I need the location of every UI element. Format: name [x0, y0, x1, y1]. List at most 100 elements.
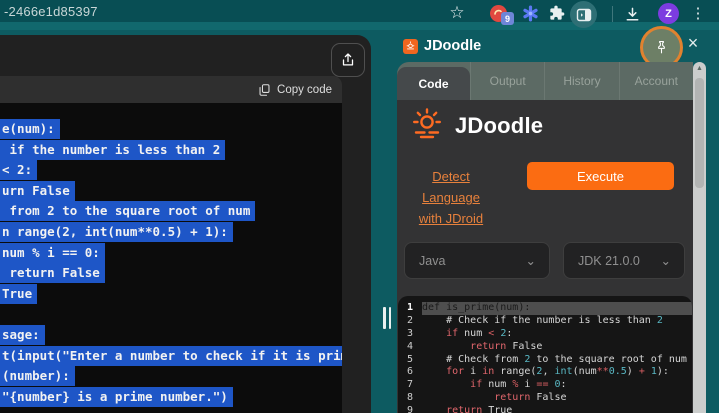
brand-title: JDoodle: [455, 113, 543, 139]
selected-code-text: e(num):: [0, 119, 60, 139]
selected-code-area[interactable]: e(num): if the number is less than 2< 2:…: [0, 103, 342, 413]
panel-resize-handle[interactable]: [383, 307, 392, 329]
panel-tabs: CodeOutputHistoryAccount: [397, 62, 693, 100]
extension-flower-icon[interactable]: [521, 4, 539, 22]
selected-code-text: sage:: [0, 325, 45, 345]
chat-response-panel: Copy code e(num): if the number is less …: [0, 35, 371, 413]
browser-menu-button[interactable]: ⋮: [690, 3, 706, 23]
tab-account[interactable]: Account: [619, 62, 693, 100]
version-select[interactable]: JDK 21.0.0 ⌄: [563, 242, 685, 279]
code-line: True: [0, 284, 342, 305]
copy-code-button[interactable]: Copy code: [277, 84, 332, 96]
code-line: from 2 to the square root of num: [0, 201, 342, 222]
side-panel-icon: [576, 7, 592, 23]
editor-line: 3 if num < 2:: [398, 328, 692, 341]
chevron-down-icon: ⌄: [526, 253, 536, 268]
version-select-value: JDK 21.0.0: [578, 254, 640, 268]
tab-history[interactable]: History: [544, 62, 618, 100]
close-panel-button[interactable]: ×: [685, 36, 701, 52]
line-number: 9: [398, 405, 422, 413]
code-line: e(num):: [0, 119, 342, 140]
line-code: if num < 2:: [422, 328, 692, 341]
editor-line: 4 return False: [398, 341, 692, 354]
panel-title: JDoodle: [424, 38, 481, 54]
selected-code-text: t(input("Enter a number to check if it i…: [0, 346, 342, 366]
download-icon: [624, 6, 641, 23]
downloads-button[interactable]: [622, 4, 642, 24]
line-code: # Check from 2 to the square root of num: [422, 354, 692, 367]
line-number: 8: [398, 392, 422, 405]
editor-line: 6 for i in range(2, int(num**0.5) + 1):: [398, 366, 692, 379]
editor-line: 1def is_prime(num):: [398, 302, 692, 315]
toolbar-divider: [612, 6, 613, 22]
selected-code-text: urn False: [0, 181, 75, 201]
code-line: return False: [0, 263, 342, 284]
code-line: t(input("Enter a number to check if it i…: [0, 346, 342, 367]
editor-line: 8 return False: [398, 392, 692, 405]
share-upload-icon: [339, 51, 357, 69]
selected-code-text: num % i == 0:: [0, 243, 105, 263]
line-number: 5: [398, 354, 422, 367]
pin-icon: [653, 39, 670, 56]
jdoodle-sun-logo: [407, 106, 447, 146]
detect-language-link-line[interactable]: with JDroid: [403, 208, 499, 229]
language-select-value: Java: [419, 254, 445, 268]
line-code: def is_prime(num):: [422, 302, 692, 315]
browser-toolbar-edge: [0, 22, 719, 30]
code-line: urn False: [0, 181, 342, 202]
code-line: num % i == 0:: [0, 243, 342, 264]
scrollbar-up-arrow[interactable]: ▲: [693, 65, 706, 72]
editor-line: 2 # Check if the number is less than 2: [398, 315, 692, 328]
line-code: if num % i == 0:: [422, 379, 692, 392]
line-number: 4: [398, 341, 422, 354]
line-number: 6: [398, 366, 422, 379]
selected-code-text: from 2 to the square root of num: [0, 201, 255, 221]
panel-scrollbar[interactable]: ▲: [693, 62, 706, 413]
line-code: return False: [422, 392, 692, 405]
jdoodle-panel-body: JDoodle DetectLanguagewith JDroid Execut…: [397, 100, 693, 413]
code-line: sage:: [0, 325, 342, 346]
tab-output[interactable]: Output: [470, 62, 544, 100]
jdoodle-extension-icon: [403, 39, 418, 54]
code-line: n range(2, int(num**0.5) + 1):: [0, 222, 342, 243]
line-number: 7: [398, 379, 422, 392]
detect-language-link-line[interactable]: Detect: [403, 166, 499, 187]
code-line: < 2:: [0, 160, 342, 181]
address-bar-url[interactable]: -2466e1d85397: [4, 4, 98, 19]
code-line: (number):: [0, 366, 342, 387]
detect-language-link[interactable]: DetectLanguagewith JDroid: [403, 166, 499, 229]
selected-code-text: return False: [0, 263, 105, 283]
editor-line: 9 return True: [398, 405, 692, 413]
chevron-down-icon: ⌄: [661, 253, 671, 268]
editor-line: 5 # Check from 2 to the square root of n…: [398, 354, 692, 367]
execute-button[interactable]: Execute: [527, 162, 674, 190]
line-number: 2: [398, 315, 422, 328]
detect-language-link-line[interactable]: Language: [403, 187, 499, 208]
profile-avatar[interactable]: Z: [658, 3, 679, 24]
code-block-header: Copy code: [0, 76, 342, 103]
jdoodle-brand: JDoodle: [407, 106, 543, 146]
line-code: return True: [422, 405, 692, 413]
line-code: # Check if the number is less than 2: [422, 315, 692, 328]
line-code: return False: [422, 341, 692, 354]
selected-code-text: True: [0, 284, 37, 304]
mini-sun-icon: [405, 41, 416, 52]
editor-line: 7 if num % i == 0:: [398, 379, 692, 392]
screenshot-stage: -2466e1d85397 ☆ 9: [0, 0, 719, 413]
selected-code-text: if the number is less than 2: [0, 140, 225, 160]
jdoodle-code-editor[interactable]: 1def is_prime(num):2 # Check if the numb…: [398, 296, 692, 413]
extension-badge-count: 9: [501, 12, 514, 25]
tab-code[interactable]: Code: [397, 67, 470, 100]
bookmark-star-icon[interactable]: ☆: [447, 3, 467, 23]
selected-code-text: (number):: [0, 366, 75, 386]
code-line: "{number} is a prime number."): [0, 387, 342, 408]
code-block: Copy code e(num): if the number is less …: [0, 76, 342, 413]
side-panel-toggle-button[interactable]: [570, 1, 597, 28]
language-select[interactable]: Java ⌄: [404, 242, 550, 279]
flower-glyph: [522, 5, 539, 22]
puzzle-glyph: [549, 5, 565, 21]
line-number: 1: [398, 302, 422, 315]
extensions-puzzle-icon[interactable]: [548, 4, 566, 22]
share-button[interactable]: [331, 43, 365, 77]
scrollbar-thumb[interactable]: [695, 78, 704, 188]
